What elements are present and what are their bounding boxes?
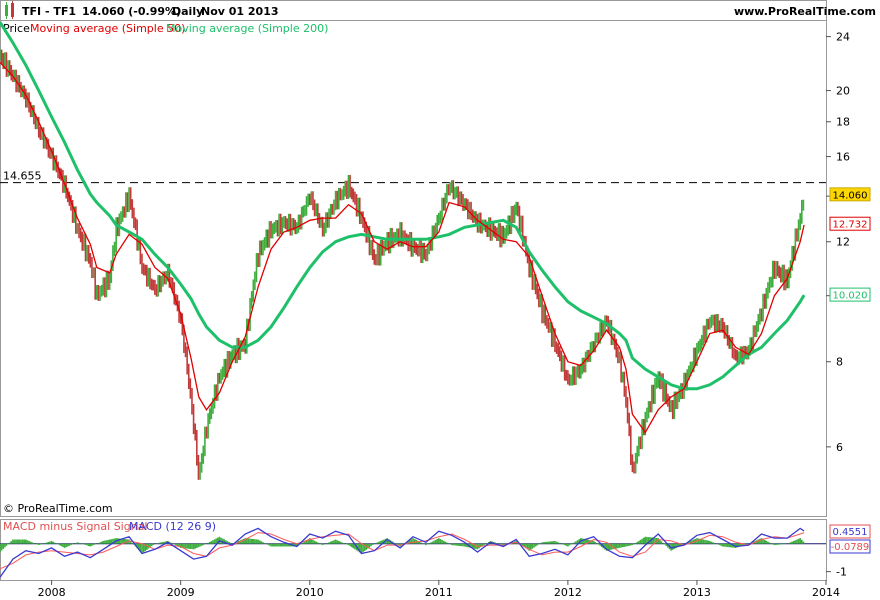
signal-value: -0.0789	[831, 542, 870, 553]
last-price-value: 14.060	[833, 190, 868, 201]
legend: Price Moving average (Simple 50) Moving …	[3, 22, 328, 35]
x-tick-label: 2012	[554, 586, 582, 599]
x-tick-label: 2010	[296, 586, 324, 599]
period-label: Daily	[172, 5, 203, 18]
ma50-value: 12.732	[833, 220, 868, 231]
macd-value: 0.4551	[833, 527, 868, 538]
y-tick-label: 24	[836, 31, 850, 44]
legend-ma50: Moving average (Simple 50)	[30, 22, 185, 35]
reference-line-label: 14.655	[3, 170, 42, 183]
macd-y-tick-label: -1	[836, 566, 847, 579]
macd-legend-macd: MACD (12 26 9)	[129, 520, 216, 533]
x-tick-label: 2014	[812, 586, 840, 599]
quote-label: 14.060 (-0.99%)	[82, 5, 181, 18]
x-tick-label: 2013	[683, 586, 711, 599]
background	[0, 0, 880, 600]
macd-legend-hist: MACD minus Signal Signal	[3, 520, 148, 533]
y-tick-label: 18	[836, 116, 850, 129]
chart-canvas: TFI - TF1 14.060 (-0.99%) Daily Nov 01 2…	[0, 0, 880, 600]
date-label: Nov 01 2013	[201, 5, 279, 18]
y-tick-label: 16	[836, 151, 850, 164]
legend-ma200: Moving average (Simple 200)	[166, 22, 328, 35]
x-tick-label: 2008	[38, 586, 66, 599]
ticker-label: TFI - TF1	[22, 5, 76, 18]
x-tick-label: 2009	[167, 586, 195, 599]
ma200-value: 10.020	[833, 291, 868, 302]
x-tick-label: 2011	[425, 586, 453, 599]
y-tick-label: 6	[836, 441, 843, 454]
y-tick-label: 20	[836, 85, 850, 98]
copyright-label: © ProRealTime.com	[3, 502, 113, 515]
y-tick-label: 12	[836, 236, 850, 249]
y-tick-label: 8	[836, 356, 843, 369]
site-label[interactable]: www.ProRealTime.com	[734, 5, 876, 18]
